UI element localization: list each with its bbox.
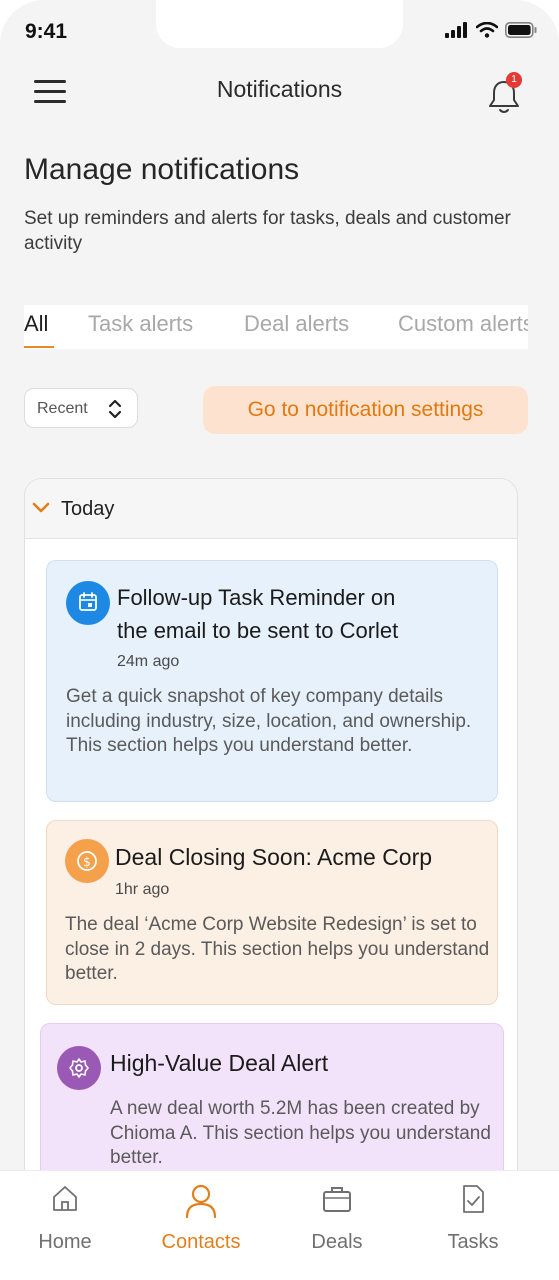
group-label: Today — [61, 498, 115, 520]
home-icon — [53, 1186, 77, 1211]
briefcase-icon — [323, 1187, 351, 1212]
tab-deal-alerts[interactable]: Deal alerts — [244, 311, 349, 337]
notification-title-line-2: the email to be sent to Corlet — [117, 618, 399, 643]
calendar-icon — [66, 581, 110, 625]
nav-label: Contacts — [161, 1231, 241, 1253]
chevron-down-icon — [32, 502, 50, 513]
battery-icon — [505, 22, 537, 38]
notification-badge: 1 — [506, 72, 522, 88]
dollar-icon: $ — [65, 839, 109, 883]
user-icon — [185, 1184, 217, 1219]
notification-settings-button[interactable]: Go to notification settings — [203, 386, 528, 434]
status-time: 9:41 — [25, 20, 68, 43]
notification-body: A new deal worth 5.2M has been created b… — [110, 1098, 491, 1168]
chevron-up-down-icon — [108, 399, 122, 419]
notification-body: Get a quick snapshot of key company deta… — [66, 686, 472, 756]
tab-all[interactable]: All — [24, 311, 48, 337]
gear-icon — [57, 1046, 101, 1090]
notification-title: Deal Closing Soon: Acme Corp — [115, 844, 433, 870]
notification-body: The deal ‘Acme Corp Website Redesign’ is… — [65, 914, 490, 984]
bottom-navigation: Home Contacts Deals Tasks — [0, 1170, 559, 1280]
nav-label: Tasks — [447, 1231, 499, 1253]
sort-select[interactable]: Recent — [24, 388, 138, 428]
page-subtitle: Set up reminders and alerts for tasks, d… — [24, 208, 511, 254]
task-icon — [463, 1185, 484, 1213]
nav-label: Home — [38, 1231, 92, 1253]
nav-contacts[interactable]: Contacts — [131, 1171, 271, 1280]
tab-task-alerts[interactable]: Task alerts — [88, 311, 193, 337]
header-title: Notifications — [216, 76, 343, 102]
page-title: Manage notifications — [24, 153, 300, 186]
nav-home[interactable]: Home — [0, 1171, 135, 1280]
cellular-signal-icon — [445, 22, 467, 38]
svg-text:$: $ — [83, 855, 91, 869]
notification-card-task-reminder[interactable]: Follow-up Task Reminder on the email to … — [46, 560, 498, 802]
notification-bell-button[interactable]: 1 — [486, 72, 526, 116]
status-bar: 9:41 — [0, 0, 559, 60]
notification-time: 1hr ago — [115, 881, 170, 898]
active-tab-indicator — [24, 346, 54, 348]
notification-title: High-Value Deal Alert — [110, 1050, 329, 1076]
notification-card-deal-closing[interactable]: $ Deal Closing Soon: Acme Corp 1hr ago T… — [46, 820, 498, 1005]
tab-custom-alerts[interactable]: Custom alerts — [398, 311, 528, 337]
nav-tasks[interactable]: Tasks — [403, 1171, 543, 1280]
nav-deals[interactable]: Deals — [267, 1171, 407, 1280]
group-header-toggle[interactable]: Today — [25, 479, 517, 539]
device-notch — [156, 0, 403, 48]
sort-value: Recent — [37, 400, 88, 417]
wifi-icon — [476, 22, 498, 38]
filter-tabs: All Task alerts Deal alerts Custom alert… — [24, 305, 528, 349]
phone-screen: 9:41 Notifications 1 Manage notification… — [0, 0, 559, 1280]
notification-time: 24m ago — [117, 653, 180, 670]
app-header: Notifications 1 — [0, 64, 559, 120]
notification-group-today: Today Follow-up Task Reminder on the ema… — [24, 478, 518, 1238]
notification-title-line-1: Follow-up Task Reminder on — [117, 585, 396, 610]
status-icons — [445, 22, 537, 38]
nav-label: Deals — [311, 1231, 363, 1253]
